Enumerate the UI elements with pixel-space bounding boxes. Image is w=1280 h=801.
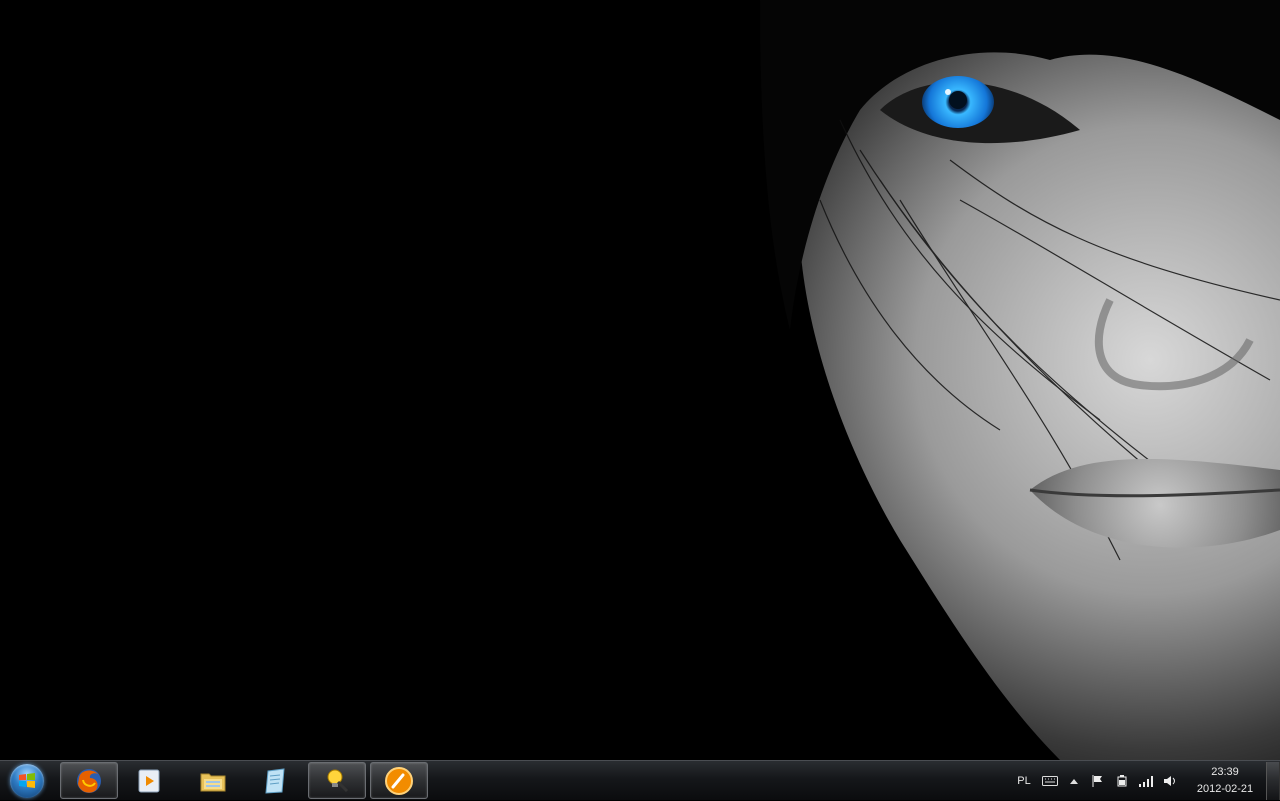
desktop[interactable] xyxy=(0,0,1280,760)
orange-circle-icon xyxy=(385,766,413,795)
network-signal-icon[interactable] xyxy=(1137,761,1155,801)
taskbar-button-explorer[interactable] xyxy=(184,762,242,799)
taskbar-button-tool[interactable] xyxy=(308,762,366,799)
taskbar-button-notepad[interactable] xyxy=(246,762,304,799)
notepad-icon xyxy=(265,767,285,794)
taskbar-button-orange-app[interactable] xyxy=(370,762,428,799)
clock-date: 2012-02-21 xyxy=(1196,783,1254,795)
start-button[interactable] xyxy=(4,762,50,800)
bulb-icon xyxy=(327,769,349,792)
firefox-icon xyxy=(77,768,101,793)
clock-time: 23:39 xyxy=(1211,766,1239,778)
action-center-flag-icon[interactable] xyxy=(1089,761,1107,801)
system-tray: PL 23:39 2012-02-21 xyxy=(1010,761,1280,801)
taskbar-button-media-player[interactable] xyxy=(120,762,178,799)
clock[interactable]: 23:39 2012-02-21 xyxy=(1188,761,1262,801)
show-hidden-icons-chevron[interactable] xyxy=(1065,761,1083,801)
language-indicator[interactable]: PL xyxy=(1010,761,1038,801)
power-icon[interactable] xyxy=(1113,761,1131,801)
wallpaper-image xyxy=(0,0,1280,760)
show-desktop-button[interactable] xyxy=(1266,762,1280,800)
taskbar-button-firefox[interactable] xyxy=(60,762,118,799)
taskbar: PL 23:39 2012-02-21 xyxy=(0,760,1280,800)
folder-icon xyxy=(200,773,226,791)
windows-start-orb-icon xyxy=(10,764,44,798)
media-player-icon xyxy=(138,769,160,792)
keyboard-icon[interactable] xyxy=(1041,761,1059,801)
volume-icon[interactable] xyxy=(1161,761,1179,801)
